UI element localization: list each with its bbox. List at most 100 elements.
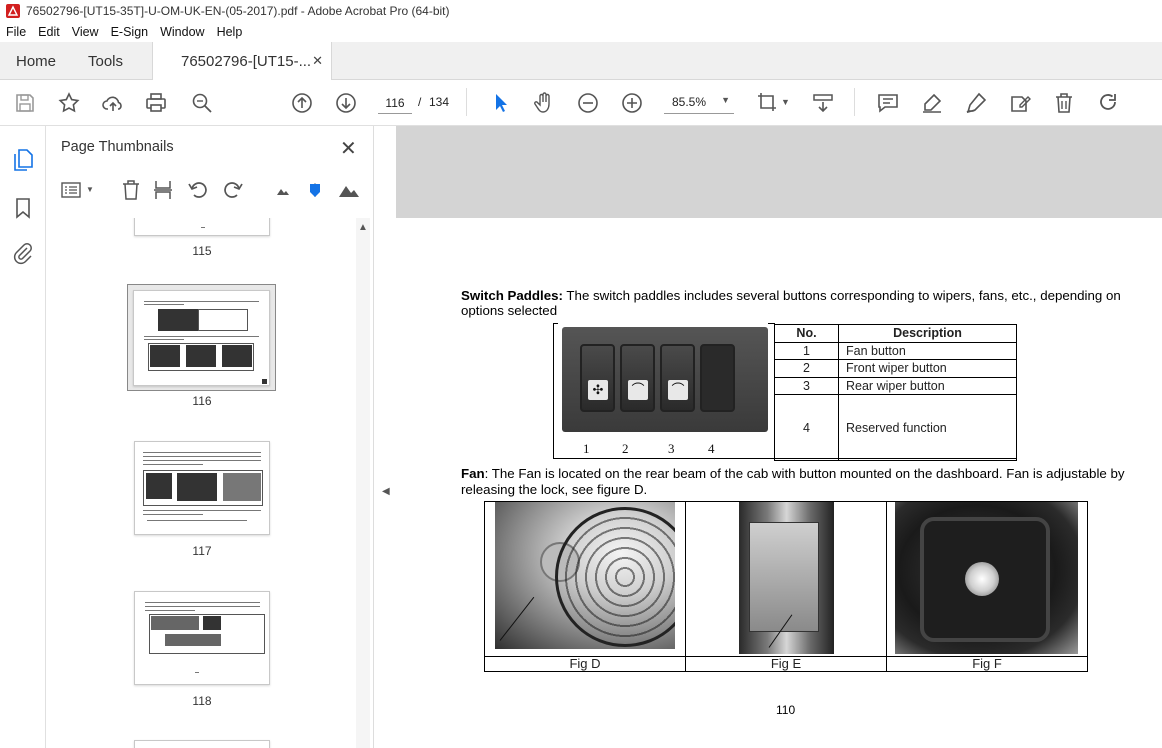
tab-document[interactable]: 76502796-[UT15-... ✕	[152, 42, 332, 81]
panel-title: Page Thumbnails	[61, 139, 174, 155]
zoom-value: 85.5%	[672, 95, 707, 109]
figure-caption: Fig F	[886, 656, 1088, 672]
comment-icon[interactable]	[876, 91, 900, 115]
lock-hole	[965, 562, 999, 596]
menu-view[interactable]: View	[72, 25, 99, 39]
thumbnail-label: 115	[192, 244, 212, 258]
fan-paragraph: Fan: The Fan is located on the rear beam…	[461, 466, 1141, 498]
close-tab-icon[interactable]: ✕	[312, 53, 323, 69]
print-icon[interactable]	[144, 91, 168, 115]
thumbnail-label: 117	[192, 544, 212, 558]
large-mountain-icon[interactable]	[338, 179, 360, 201]
thumbnail-page-116[interactable]	[133, 290, 270, 386]
thumb-image	[150, 345, 180, 367]
callout-arrow	[499, 596, 535, 641]
thumb-image	[177, 473, 217, 501]
thumbnail-page-115[interactable]	[134, 218, 270, 236]
figure-d-image	[495, 502, 675, 649]
zoom-in-icon[interactable]	[620, 91, 644, 115]
thumb-text-line	[143, 460, 261, 461]
rear-wiper-paddle: ⌒	[660, 344, 695, 412]
main-toolbar: / 134 85.5% ▼ ▼	[0, 80, 1162, 126]
small-mountain-icon[interactable]	[272, 179, 294, 201]
delete-page-icon[interactable]	[120, 179, 142, 201]
collapse-panel-icon[interactable]: ◀	[382, 486, 390, 497]
fan-text: : The Fan is located on the rear beam of…	[461, 466, 1125, 497]
table-cell-description: Front wiper button	[838, 359, 1017, 378]
acrobat-app-icon	[6, 4, 20, 18]
figure-d-cell	[484, 501, 686, 657]
tab-home[interactable]: Home	[16, 42, 56, 80]
edit-icon[interactable]	[1008, 91, 1032, 115]
thumbnail-list[interactable]: 115 116 117 118	[46, 218, 356, 748]
sign-icon[interactable]	[964, 91, 988, 115]
page-up-icon[interactable]	[290, 91, 314, 115]
table-cell-description: Reserved function	[838, 394, 1017, 461]
chevron-down-icon[interactable]: ▼	[86, 185, 94, 194]
table-cell-no: 4	[774, 394, 839, 461]
scroll-mode-icon[interactable]	[811, 91, 835, 115]
zoom-out-icon[interactable]	[576, 91, 600, 115]
title-bar: 76502796-[UT15-35T]-U-OM-UK-EN-(05-2017)…	[0, 0, 1162, 22]
crop-icon[interactable]	[756, 91, 780, 115]
menu-file[interactable]: File	[6, 25, 26, 39]
page-down-icon[interactable]	[334, 91, 358, 115]
zoom-dropdown[interactable]: 85.5% ▼	[664, 92, 734, 114]
thumbnail-scrollbar[interactable]: ▲	[356, 218, 370, 748]
switch-paddles-paragraph: Switch Paddles: The switch paddles inclu…	[461, 288, 1141, 318]
attachment-icon[interactable]	[11, 241, 35, 265]
rotate-left-icon[interactable]	[187, 179, 209, 201]
upload-icon[interactable]	[101, 91, 125, 115]
redo-icon[interactable]	[1096, 91, 1120, 115]
highlight-icon[interactable]	[920, 91, 944, 115]
thumb-text-line	[201, 227, 205, 228]
menu-window[interactable]: Window	[160, 25, 204, 39]
thumbnail-page-118[interactable]	[134, 591, 270, 685]
table-cell-no: 1	[774, 341, 839, 360]
options-menu-icon[interactable]	[60, 179, 82, 201]
thumb-image	[165, 634, 221, 646]
menu-help[interactable]: Help	[217, 25, 243, 39]
thumbnail-page-119[interactable]	[134, 740, 270, 748]
zoom-search-icon[interactable]	[190, 91, 214, 115]
thumbnail-page-117[interactable]	[134, 441, 270, 535]
hand-icon[interactable]	[532, 91, 556, 115]
star-icon[interactable]	[57, 91, 81, 115]
menu-edit[interactable]: Edit	[38, 25, 60, 39]
fan-figures-table: Fig D Fig E Fig F	[484, 501, 1088, 672]
thumb-text-line	[143, 452, 261, 453]
fan-grill	[555, 507, 675, 647]
save-icon[interactable]	[13, 91, 37, 115]
close-icon[interactable]: ✕	[340, 136, 357, 161]
thumb-text-line	[145, 602, 260, 603]
front-wiper-paddle: ⌒	[620, 344, 655, 412]
cab-window	[749, 522, 819, 632]
bookmark-icon[interactable]	[11, 196, 35, 220]
left-nav-rail	[0, 126, 46, 748]
figure-f-cell	[886, 501, 1088, 657]
panel-splitter[interactable]: ◀	[374, 126, 396, 748]
page-number-input[interactable]	[378, 92, 412, 114]
zoom-slider-icon[interactable]	[304, 179, 326, 201]
thumb-marker	[262, 379, 267, 384]
figure-e-cell	[685, 501, 887, 657]
delete-icon[interactable]	[1052, 91, 1076, 115]
scroll-up-icon[interactable]: ▲	[358, 222, 368, 233]
extract-page-icon[interactable]	[152, 179, 174, 201]
chevron-down-icon[interactable]: ▼	[781, 97, 790, 107]
menu-esign[interactable]: E-Sign	[111, 25, 149, 39]
switch-paddles-table: No. Description 1 Fan button 2 Front wip…	[774, 324, 1017, 461]
document-viewport[interactable]: Switch Paddles: The switch paddles inclu…	[396, 126, 1162, 748]
rotate-right-icon[interactable]	[222, 179, 244, 201]
select-cursor-icon[interactable]	[489, 91, 513, 115]
page-separator: /	[418, 95, 422, 109]
thumb-image	[223, 473, 261, 501]
document-page: Switch Paddles: The switch paddles inclu…	[396, 218, 1162, 748]
thumb-image	[146, 473, 172, 499]
photo-callout-4: 4	[708, 441, 715, 456]
fan-icon: ✣	[588, 380, 608, 400]
page-thumbnails-icon[interactable]	[11, 148, 35, 172]
thumb-text-line	[143, 464, 203, 465]
fan-heading: Fan	[461, 466, 485, 481]
tab-tools[interactable]: Tools	[88, 42, 123, 80]
